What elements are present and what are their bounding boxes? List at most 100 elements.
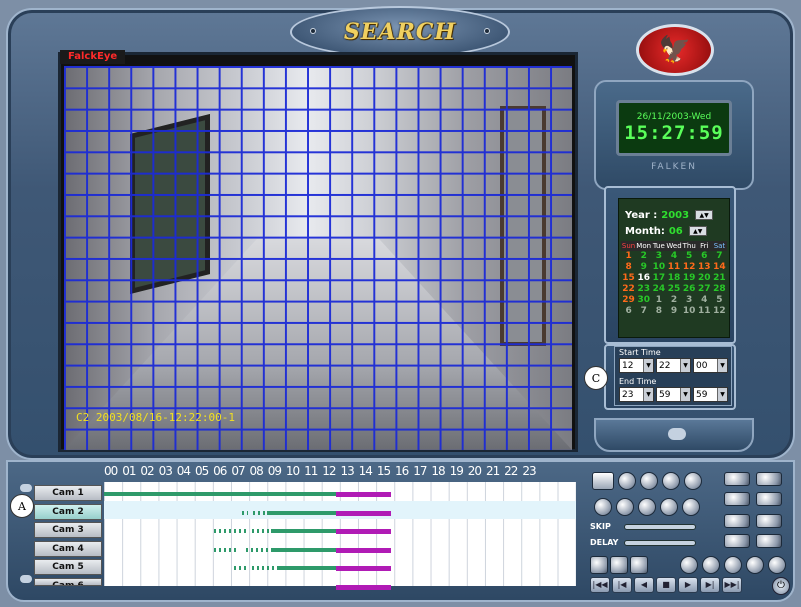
- calendar-day[interactable]: 26: [682, 284, 697, 295]
- start-hour-select[interactable]: 12 ▼: [619, 358, 654, 373]
- camera-view-icon[interactable]: [724, 472, 750, 486]
- graph-view-icon[interactable]: [756, 492, 782, 506]
- recording-bar[interactable]: [336, 547, 392, 553]
- calendar-day[interactable]: 8: [651, 306, 666, 317]
- power-icon[interactable]: ⏻: [772, 577, 790, 595]
- calendar-day[interactable]: 9: [636, 262, 651, 273]
- mark-icon[interactable]: [702, 556, 720, 574]
- magnifier-icon[interactable]: [680, 556, 698, 574]
- stop-icon[interactable]: [640, 472, 658, 490]
- month-spin-button[interactable]: ▲▼: [688, 226, 707, 236]
- document-icon[interactable]: [590, 556, 608, 574]
- playback-button-1[interactable]: |◀◀: [590, 577, 610, 593]
- recording-bar[interactable]: [251, 566, 280, 570]
- camera-button-4[interactable]: Cam 4: [34, 540, 102, 557]
- search-icon[interactable]: [618, 472, 636, 490]
- playback-button-3[interactable]: ◀: [634, 577, 654, 593]
- start-minute-select[interactable]: 22 ▼: [656, 358, 691, 373]
- calendar-day[interactable]: 9: [666, 306, 681, 317]
- calendar-day[interactable]: 2: [636, 251, 651, 262]
- playback-button-6[interactable]: ▶|: [700, 577, 720, 593]
- calendar-day[interactable]: 8: [621, 262, 636, 273]
- recording-bar[interactable]: [336, 566, 392, 571]
- print-icon[interactable]: [594, 498, 612, 516]
- checkbox-icon[interactable]: [610, 556, 628, 574]
- playback-button-4[interactable]: ■: [656, 577, 676, 593]
- calendar-day[interactable]: 2: [666, 295, 681, 306]
- calendar-day[interactable]: 27: [697, 284, 712, 295]
- calendar-day[interactable]: 22: [621, 284, 636, 295]
- camera-button-3[interactable]: Cam 3: [34, 522, 102, 538]
- recording-bar[interactable]: [251, 529, 272, 533]
- save-icon[interactable]: [616, 498, 634, 516]
- calendar-day[interactable]: 1: [651, 295, 666, 306]
- split-view-icon[interactable]: [756, 472, 782, 486]
- calendar-day[interactable]: 5: [682, 251, 697, 262]
- calendar-day[interactable]: 28: [712, 284, 727, 295]
- clear-icon[interactable]: [768, 556, 786, 574]
- recording-bar[interactable]: [241, 510, 248, 515]
- year-spin-button[interactable]: ▲▼: [695, 210, 714, 220]
- scroll-up-handle[interactable]: [20, 484, 32, 492]
- calendar-day[interactable]: 25: [666, 284, 681, 295]
- calendar-day[interactable]: 16: [636, 273, 651, 284]
- camera-button-1[interactable]: Cam 1: [34, 485, 102, 501]
- calendar-day[interactable]: 3: [682, 295, 697, 306]
- start-second-select[interactable]: 00 ▼: [693, 358, 728, 373]
- end-minute-select[interactable]: 59 ▼: [656, 387, 691, 402]
- calendar-day[interactable]: 23: [636, 284, 651, 295]
- recording-bar[interactable]: [279, 566, 337, 570]
- calendar-day[interactable]: 11: [697, 306, 712, 317]
- calendar-day[interactable]: 18: [666, 273, 681, 284]
- calendar-day[interactable]: 10: [651, 262, 666, 273]
- end-hour-select[interactable]: 23 ▼: [619, 387, 654, 402]
- layout-grid-icon[interactable]: [592, 472, 614, 490]
- recording-bar[interactable]: [336, 492, 392, 497]
- recording-bar[interactable]: [336, 584, 392, 590]
- calendar-day[interactable]: 5: [712, 295, 727, 306]
- recording-bar[interactable]: [214, 529, 246, 533]
- calendar-day[interactable]: 6: [697, 251, 712, 262]
- playback-button-7[interactable]: ▶▶|: [722, 577, 742, 593]
- recording-bar[interactable]: [336, 510, 392, 516]
- scroll-down-handle[interactable]: [20, 575, 32, 583]
- recording-bar[interactable]: [104, 492, 337, 496]
- info-icon[interactable]: [682, 498, 700, 516]
- calendar-day[interactable]: 1: [621, 251, 636, 262]
- camera-button-5[interactable]: Cam 5: [34, 559, 102, 575]
- calendar-day[interactable]: 7: [712, 251, 727, 262]
- calendar-day[interactable]: 15: [621, 273, 636, 284]
- delay-slider[interactable]: [624, 540, 696, 546]
- recording-bar[interactable]: [245, 547, 274, 552]
- calendar-day[interactable]: 20: [697, 273, 712, 284]
- recording-bar[interactable]: [336, 529, 392, 534]
- calendar-day[interactable]: 4: [666, 251, 681, 262]
- calendar-day[interactable]: 24: [651, 284, 666, 295]
- calendar-day[interactable]: 12: [712, 306, 727, 317]
- refresh-icon[interactable]: [684, 472, 702, 490]
- recording-bar[interactable]: [214, 547, 236, 552]
- calendar-day[interactable]: 10: [682, 306, 697, 317]
- multi-cam-icon[interactable]: [724, 514, 750, 528]
- calendar-day[interactable]: 12: [682, 262, 697, 273]
- wave-icon[interactable]: [724, 534, 750, 548]
- zoom-icon[interactable]: [662, 472, 680, 490]
- motion-view-icon[interactable]: [724, 492, 750, 506]
- motion-grid-overlay[interactable]: [64, 66, 572, 450]
- calendar-day[interactable]: 21: [712, 273, 727, 284]
- end-second-select[interactable]: 59 ▼: [693, 387, 728, 402]
- calendar-day[interactable]: 4: [697, 295, 712, 306]
- calendar-day[interactable]: 13: [697, 262, 712, 273]
- calendar-day[interactable]: 29: [621, 295, 636, 306]
- bookmark-icon[interactable]: [724, 556, 742, 574]
- recording-bar[interactable]: [233, 566, 246, 570]
- calendar-day[interactable]: 19: [682, 273, 697, 284]
- calendar-day[interactable]: 7: [636, 306, 651, 317]
- collapse-handle[interactable]: [668, 428, 686, 440]
- calendar-day[interactable]: 6: [621, 306, 636, 317]
- color-cam-icon[interactable]: [756, 514, 782, 528]
- recording-bar[interactable]: [253, 510, 268, 515]
- camera-button-6[interactable]: Cam 6: [34, 577, 102, 586]
- oval-button-icon[interactable]: [756, 534, 782, 548]
- recording-bar[interactable]: [273, 547, 337, 552]
